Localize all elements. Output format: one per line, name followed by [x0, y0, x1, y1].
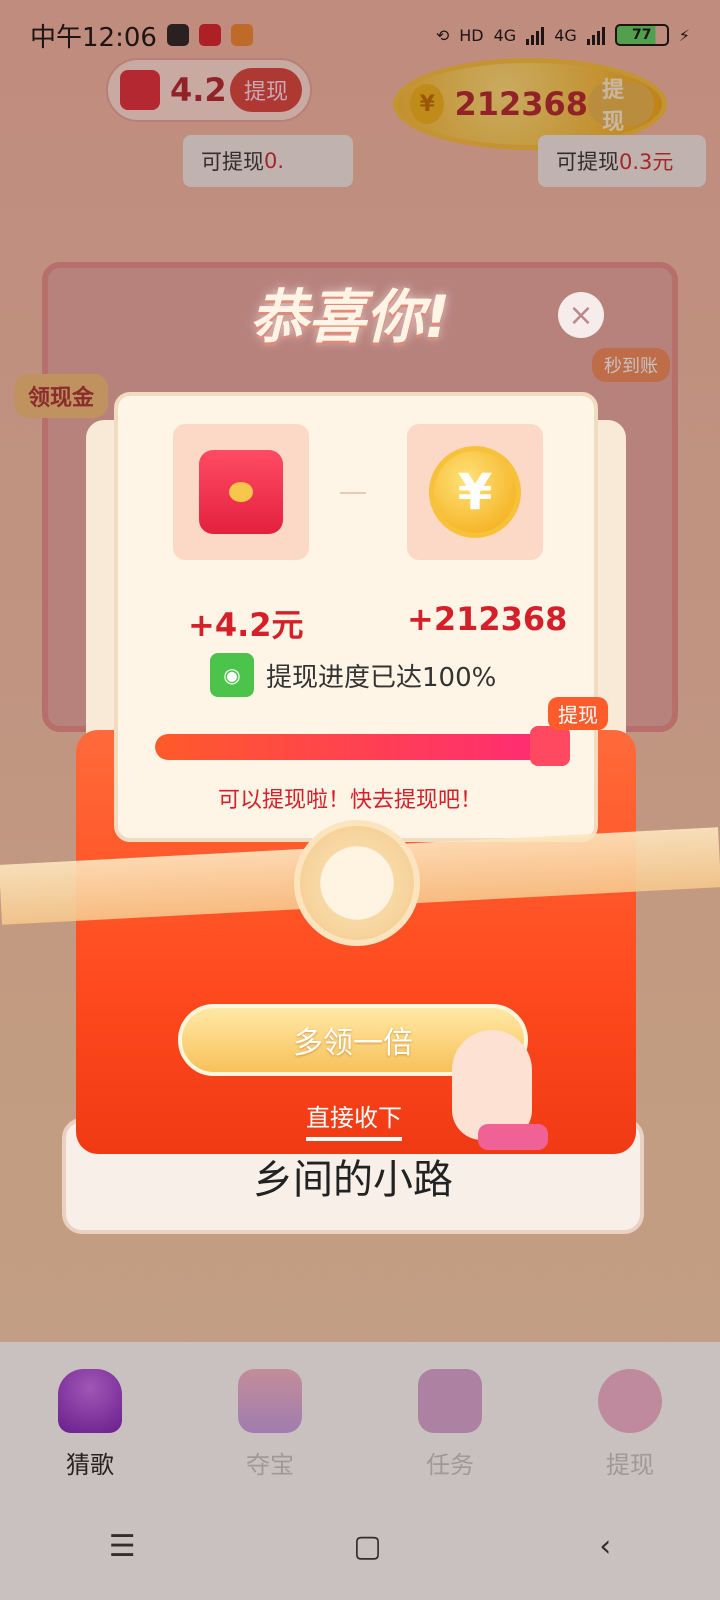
progress-red-packet-icon	[530, 726, 570, 766]
modal-title: 恭喜你!	[249, 283, 451, 351]
gold-coin-icon: ¥	[429, 446, 521, 538]
coin-reward-box: ¥	[407, 424, 543, 560]
envelope-seal	[294, 820, 420, 946]
cash-reward-box	[173, 424, 309, 560]
withdraw-progress-row: ◉ 提现进度已达100%	[210, 652, 496, 698]
coin-reward-value: +212368	[407, 600, 568, 638]
withdraw-progress-bar	[155, 734, 555, 760]
accept-directly-link[interactable]: 直接收下	[306, 1098, 402, 1141]
withdraw-progress-text: 提现进度已达100%	[266, 662, 497, 693]
withdraw-progress-fill	[155, 734, 555, 760]
cash-reward-value: +4.2元	[188, 606, 304, 644]
red-packet-icon	[199, 450, 283, 534]
divider	[340, 492, 366, 494]
wechat-icon: ◉	[210, 653, 254, 697]
withdraw-hint: 可以提现啦！快去提现吧！	[218, 788, 483, 813]
pointing-hand-icon	[452, 1030, 548, 1150]
close-icon[interactable]: ×	[558, 292, 604, 338]
progress-withdraw-tag: 提现	[548, 697, 608, 730]
